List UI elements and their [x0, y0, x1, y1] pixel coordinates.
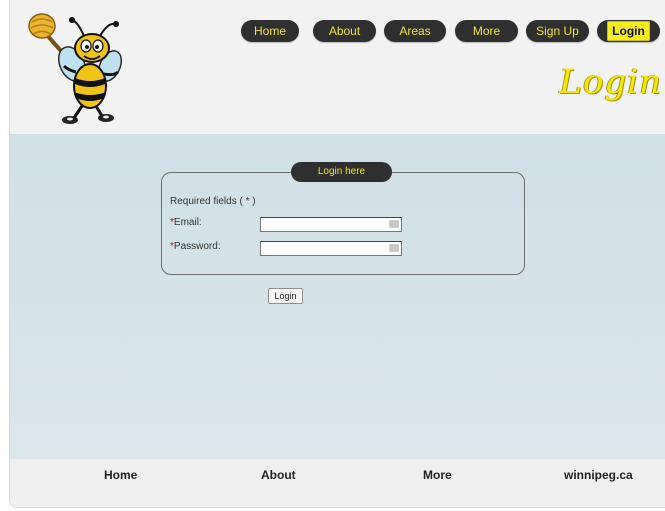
nav-areas-label: Areas	[399, 24, 431, 38]
page-frame: Home About Areas More Sign Up Login Logi…	[9, 0, 665, 508]
key-icon[interactable]	[389, 244, 399, 252]
footer-link-winnipeg[interactable]: winnipeg.ca	[564, 468, 633, 482]
site-footer: Home About More winnipeg.ca	[10, 459, 665, 507]
nav-sign-up-label: Sign Up	[536, 24, 579, 38]
nav-areas[interactable]: Areas	[384, 20, 446, 42]
email-label: *Email:	[170, 217, 202, 228]
password-label-text: Password:	[173, 241, 221, 252]
login-submit-button[interactable]: Login	[268, 288, 303, 304]
footer-link-more[interactable]: More	[423, 468, 452, 482]
nav-login-label: Login	[607, 21, 650, 41]
password-field[interactable]	[260, 241, 402, 256]
nav-about[interactable]: About	[313, 20, 376, 42]
bee-mascot-icon	[28, 13, 123, 124]
nav-home[interactable]: Home	[241, 20, 299, 42]
nav-more[interactable]: More	[455, 20, 518, 42]
password-label: *Password:	[170, 241, 221, 252]
nav-login[interactable]: Login	[597, 20, 660, 42]
email-label-text: Email:	[173, 217, 202, 228]
site-header: Home About Areas More Sign Up Login Logi…	[10, 0, 665, 134]
required-fields-note: Required fields ( * )	[170, 196, 256, 207]
email-field[interactable]	[260, 217, 402, 232]
nav-home-label: Home	[253, 24, 286, 38]
footer-link-about[interactable]: About	[261, 468, 296, 482]
nav-about-label: About	[328, 24, 361, 38]
nav-more-label: More	[472, 24, 501, 38]
key-icon[interactable]	[389, 220, 399, 228]
login-legend: Login here	[291, 162, 392, 182]
footer-link-home[interactable]: Home	[104, 468, 137, 482]
main-content: Login here Required fields ( * ) *Email:…	[10, 134, 665, 459]
page-heading: Login	[559, 62, 662, 102]
nav-sign-up[interactable]: Sign Up	[526, 20, 589, 42]
